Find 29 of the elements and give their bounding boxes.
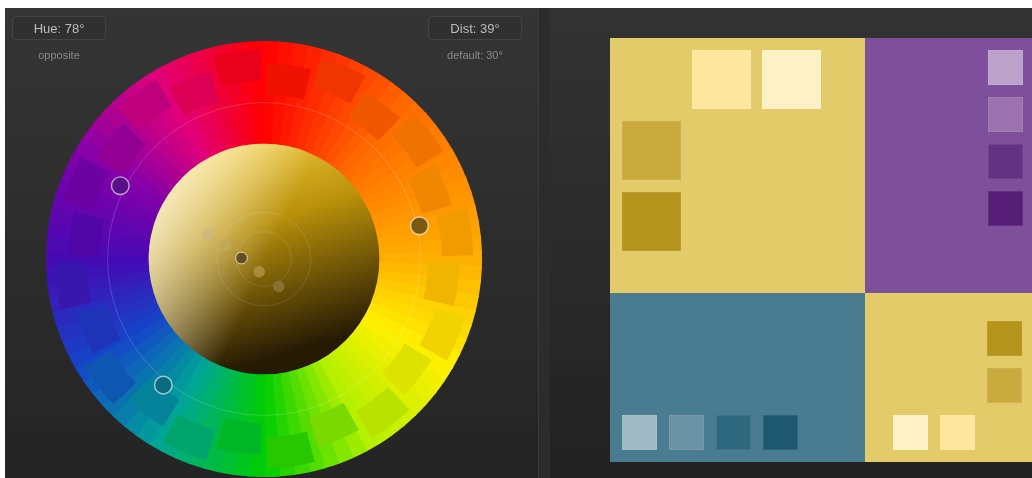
shade-dot[interactable] <box>253 265 265 278</box>
panel-splitter[interactable] <box>538 8 550 478</box>
color-swatch[interactable] <box>940 415 975 450</box>
color-swatch[interactable] <box>716 415 751 450</box>
shade-dot[interactable] <box>219 239 231 252</box>
color-swatch[interactable] <box>988 50 1023 85</box>
color-swatch[interactable] <box>988 97 1023 132</box>
distance-value-box[interactable]: Dist: 39° <box>428 16 522 40</box>
wheel-handle[interactable] <box>110 176 130 196</box>
shade-dot[interactable] <box>202 228 215 241</box>
color-swatch[interactable] <box>622 415 657 450</box>
wheel-handle[interactable] <box>409 216 429 236</box>
color-swatch[interactable] <box>988 191 1023 226</box>
color-swatch[interactable] <box>622 121 681 180</box>
distance-caption: default: 30° <box>447 49 503 61</box>
hue-caption: opposite <box>38 49 80 61</box>
shade-dot[interactable] <box>235 251 248 265</box>
wheel-handle[interactable] <box>153 375 173 395</box>
color-swatch[interactable] <box>622 192 681 251</box>
color-swatch[interactable] <box>692 50 751 109</box>
color-swatch[interactable] <box>669 415 704 450</box>
color-swatch[interactable] <box>893 415 928 450</box>
color-swatch[interactable] <box>763 415 798 450</box>
color-swatch[interactable] <box>988 144 1023 179</box>
color-swatch[interactable] <box>987 368 1022 403</box>
color-swatch[interactable] <box>762 50 821 109</box>
shade-dot[interactable] <box>272 280 285 293</box>
hue-value-box[interactable]: Hue: 78° <box>12 16 106 40</box>
color-swatch[interactable] <box>987 321 1022 356</box>
